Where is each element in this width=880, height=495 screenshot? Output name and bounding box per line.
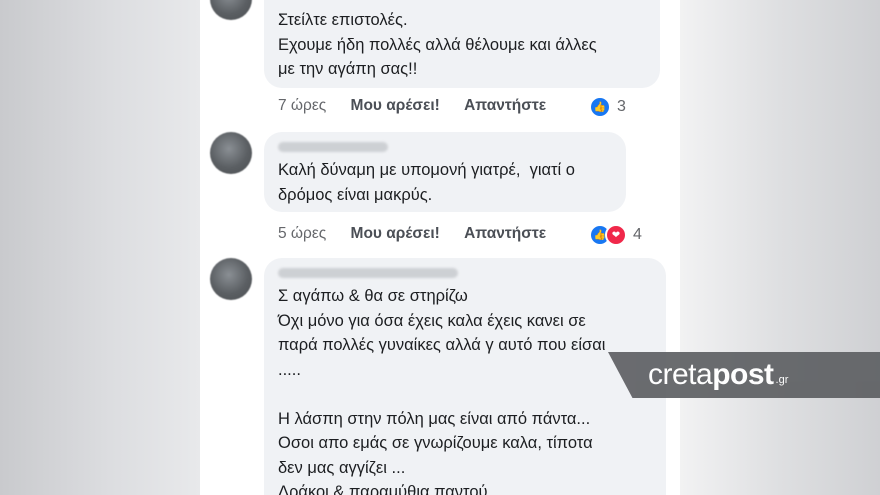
reaction-summary[interactable]: 👍 ❤ 4 — [589, 224, 642, 246]
avatar[interactable] — [210, 0, 252, 20]
author-name-blurred — [278, 268, 458, 278]
comment-text: με την αγάπη σας!! — [278, 60, 418, 78]
like-icon: 👍 — [589, 96, 611, 118]
comment-bubble: Στείλτε επιστολές. Εχουμε ήδη πολλές αλλ… — [264, 0, 660, 88]
comment-text — [278, 382, 650, 407]
comment-text: Σ αγάπω & θα σε στηρίζω — [278, 287, 468, 305]
comment-text: Εχουμε ήδη πολλές αλλά θέλουμε και άλλες — [278, 35, 597, 54]
comment-text: Η λάσπη στην πόλη μας είναι από πάντα... — [278, 409, 591, 428]
watermark-brand-left: creta — [648, 358, 713, 391]
comment-text: ..... — [278, 360, 301, 379]
watermark-logo: cretapost — [648, 352, 774, 398]
comment-thread: Στείλτε επιστολές. Εχουμε ήδη πολλές αλλ… — [200, 0, 680, 495]
comment-text: Στείλτε επιστολές. — [278, 11, 408, 29]
comment-actions: 7 ώρες Μου αρέσει! Απαντήστε — [278, 97, 546, 115]
reaction-count: 4 — [633, 226, 642, 243]
avatar[interactable] — [210, 258, 252, 300]
reply-button[interactable]: Απαντήστε — [464, 225, 546, 242]
comment-text: παρά πολλές γυναίκες αλλά γ αυτό που είσ… — [278, 336, 606, 354]
watermark-tld: .gr — [775, 374, 789, 386]
comment-text: δεν μας αγγίζει ... — [278, 458, 406, 477]
like-button[interactable]: Μου αρέσει! — [351, 225, 440, 242]
author-name-blurred — [278, 142, 388, 152]
comment-bubble: Καλή δύναμη με υπομονή γιατρέ, γιατί ο δ… — [264, 132, 626, 212]
comment-actions: 5 ώρες Μου αρέσει! Απαντήστε — [278, 225, 546, 243]
cretapost-watermark: cretapost .gr — [608, 352, 880, 398]
blurred-background-right — [680, 0, 880, 495]
avatar[interactable] — [210, 132, 252, 174]
comment-text: Όχι μόνο για όσα έχεις καλα έχεις κανει … — [278, 311, 586, 330]
comment-timestamp[interactable]: 5 ώρες — [278, 225, 326, 242]
comment-text: δρόμος είναι μακρύς. — [278, 185, 433, 204]
reaction-count: 3 — [617, 98, 626, 115]
reaction-summary[interactable]: 👍 3 — [589, 96, 626, 118]
blurred-background-left — [0, 0, 200, 495]
comment-text: Καλή δύναμη με υπομονή γιατρέ, γιατί ο — [278, 161, 575, 179]
like-button[interactable]: Μου αρέσει! — [351, 97, 440, 114]
comment-text: Οσοι απο εμάς σε γνωρίζουμε καλα, τίποτα — [278, 434, 593, 452]
love-icon: ❤ — [605, 224, 627, 246]
watermark-brand-right: post — [712, 358, 774, 391]
reply-button[interactable]: Απαντήστε — [464, 97, 546, 114]
comment-text: Δράκοι & παραμύθια παντού .... — [278, 483, 511, 495]
comment-bubble: Σ αγάπω & θα σε στηρίζω Όχι μόνο για όσα… — [264, 258, 666, 495]
comment-timestamp[interactable]: 7 ώρες — [278, 97, 326, 114]
